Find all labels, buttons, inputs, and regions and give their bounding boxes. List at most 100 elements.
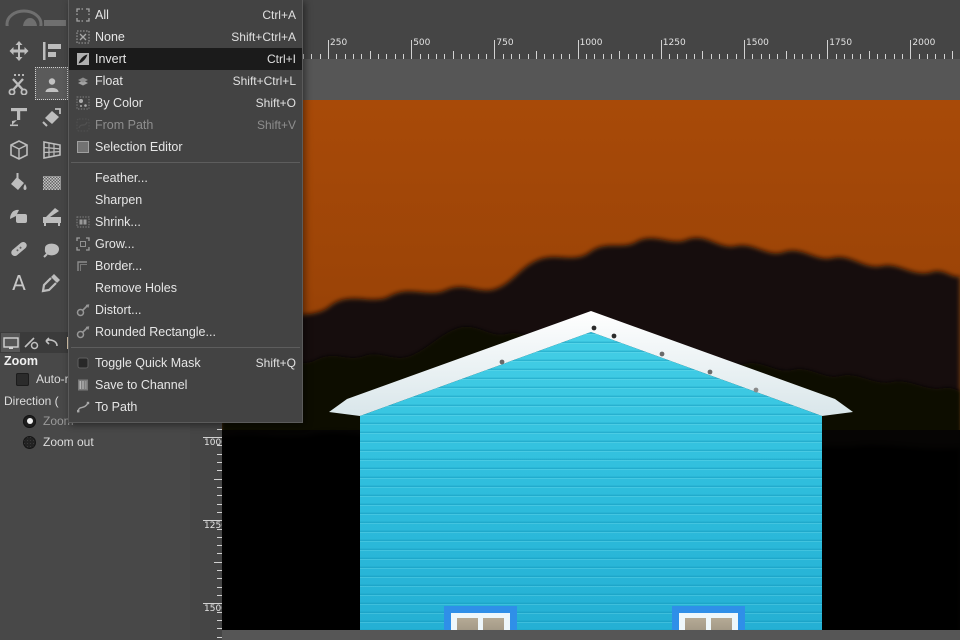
save-to-channel-icon bbox=[78, 379, 88, 391]
menu-item-by-color[interactable]: By Color Shift+O bbox=[69, 92, 302, 114]
select-float-icon bbox=[73, 73, 93, 89]
paintbrush-tool[interactable] bbox=[35, 199, 68, 232]
checker-gradient-icon bbox=[42, 175, 61, 190]
menu-item-shortcut: Shift+O bbox=[255, 96, 296, 110]
unified-transform-tool[interactable] bbox=[2, 133, 35, 166]
ruler-minor-tick bbox=[868, 51, 870, 59]
select-menu[interactable]: All Ctrl+A None Shift+Ctrl+A Invert Ctrl+I Flo… bbox=[68, 0, 303, 423]
ruler-minor-tick bbox=[619, 51, 621, 59]
menu-item-label: Save to Channel bbox=[95, 378, 188, 392]
select-from-path-icon bbox=[73, 117, 93, 133]
gradient-tool[interactable] bbox=[35, 166, 68, 199]
menu-item-shortcut: Shift+Ctrl+A bbox=[231, 30, 296, 44]
alignment-tool[interactable] bbox=[35, 34, 68, 67]
menu-item-sharpen[interactable]: Sharpen bbox=[69, 189, 302, 211]
menu-item-border[interactable]: Border... bbox=[69, 255, 302, 277]
scissors-select-tool[interactable] bbox=[2, 67, 35, 100]
zoom-in-radio-row[interactable]: Zoom bbox=[23, 414, 74, 428]
ruler-minor-tick bbox=[214, 561, 222, 563]
zoom-in-radio[interactable] bbox=[23, 414, 36, 428]
save-to-channel-icon bbox=[73, 377, 93, 393]
perspective-tool[interactable] bbox=[35, 133, 68, 166]
auto-resize-checkbox[interactable] bbox=[16, 372, 29, 386]
menu-item-label: Grow... bbox=[95, 237, 135, 251]
photograph-inverted-house[interactable] bbox=[222, 100, 960, 630]
menu-item-none[interactable]: None Shift+Ctrl+A bbox=[69, 26, 302, 48]
select-none-icon bbox=[73, 29, 93, 45]
toolbox: A bbox=[0, 26, 70, 326]
bucket-fill-tool[interactable] bbox=[2, 166, 35, 199]
tool-options-tab[interactable] bbox=[1, 333, 20, 352]
border-icon bbox=[73, 258, 93, 274]
menu-item-float[interactable]: Float Shift+Ctrl+L bbox=[69, 70, 302, 92]
selection-editor-icon bbox=[73, 139, 93, 155]
horizontal-ruler[interactable]: 250500750100012501500175020002250 bbox=[190, 30, 960, 60]
brush-percent-icon bbox=[23, 336, 38, 349]
foreground-select-tool[interactable] bbox=[35, 67, 68, 100]
menu-item-selection-editor[interactable]: Selection Editor bbox=[69, 136, 302, 158]
ruler-major-tick bbox=[577, 40, 579, 59]
menu-item-label: Toggle Quick Mask bbox=[95, 356, 201, 370]
eraser-tool[interactable] bbox=[2, 199, 35, 232]
image-canvas[interactable] bbox=[222, 59, 960, 630]
ruler-major-tick bbox=[910, 40, 912, 59]
script-fu-icon bbox=[76, 326, 90, 339]
menu-item-shortcut: Ctrl+A bbox=[262, 8, 296, 22]
no-icon bbox=[73, 280, 93, 296]
script-fu-icon bbox=[73, 302, 93, 318]
ruler-major-tick bbox=[411, 40, 413, 59]
menu-item-grow[interactable]: Grow... bbox=[69, 233, 302, 255]
select-invert-icon bbox=[77, 53, 89, 65]
ruler-label: 2000 bbox=[912, 38, 936, 48]
menu-item-label: Distort... bbox=[95, 303, 142, 317]
menu-item-distort[interactable]: Distort... bbox=[69, 299, 302, 321]
ruler-label: 500 bbox=[413, 38, 431, 48]
ruler-minor-tick bbox=[952, 51, 953, 59]
undo-history-tab[interactable] bbox=[41, 333, 60, 352]
cage-cube-icon bbox=[9, 139, 28, 160]
crop-tool[interactable] bbox=[2, 100, 35, 133]
healing-tool[interactable] bbox=[2, 232, 35, 265]
zoom-out-radio-row[interactable]: Zoom out bbox=[23, 435, 94, 449]
select-by-color-icon bbox=[73, 95, 93, 111]
menu-item-from-path: From Path Shift+V bbox=[69, 114, 302, 136]
move-tool[interactable] bbox=[2, 34, 35, 67]
menu-item-save-to-channel[interactable]: Save to Channel bbox=[69, 374, 302, 396]
ruler-major-tick bbox=[494, 40, 496, 59]
ruler-label: 750 bbox=[496, 38, 514, 48]
ruler-major-tick bbox=[660, 40, 662, 59]
menu-item-shortcut: Shift+Ctrl+L bbox=[232, 74, 296, 88]
ruler-label: 1000 bbox=[579, 38, 603, 48]
menu-item-shrink[interactable]: Shrink... bbox=[69, 211, 302, 233]
text-A-icon: A bbox=[12, 271, 26, 293]
ruler-major-tick bbox=[744, 40, 745, 59]
smudge-tool[interactable] bbox=[35, 232, 68, 265]
move-icon bbox=[9, 40, 28, 61]
menu-item-all[interactable]: All Ctrl+A bbox=[69, 4, 302, 26]
menu-item-label: Feather... bbox=[95, 171, 148, 185]
device-status-tab[interactable] bbox=[21, 333, 40, 352]
no-icon bbox=[73, 170, 93, 186]
menu-item-remove-holes[interactable]: Remove Holes bbox=[69, 277, 302, 299]
menu-item-feather[interactable]: Feather... bbox=[69, 167, 302, 189]
color-picker-tool[interactable] bbox=[35, 265, 68, 298]
menu-item-toggle-quick-mask[interactable]: Toggle Quick Mask Shift+Q bbox=[69, 352, 302, 374]
menu-item-to-path[interactable]: To Path bbox=[69, 396, 302, 418]
menu-item-shortcut: Shift+V bbox=[256, 118, 296, 132]
scissors-icon bbox=[8, 73, 27, 95]
ruler-label: 1500 bbox=[204, 604, 222, 615]
text-tool[interactable]: A bbox=[2, 265, 35, 298]
transform-tool[interactable] bbox=[35, 100, 68, 133]
zoom-out-radio[interactable] bbox=[23, 435, 36, 449]
menu-item-rounded-rectangle[interactable]: Rounded Rectangle... bbox=[69, 321, 302, 343]
menu-item-label: Sharpen bbox=[95, 193, 143, 207]
svg-text:A: A bbox=[12, 271, 26, 293]
select-all-icon bbox=[76, 8, 90, 22]
shrink-icon bbox=[73, 214, 93, 230]
wilber-logo-icon bbox=[0, 0, 70, 26]
ruler-major-tick bbox=[827, 40, 829, 59]
border-icon bbox=[77, 261, 87, 271]
ruler-label: 250 bbox=[330, 38, 348, 48]
script-fu-icon bbox=[76, 304, 90, 317]
menu-item-invert[interactable]: Invert Ctrl+I bbox=[69, 48, 302, 70]
